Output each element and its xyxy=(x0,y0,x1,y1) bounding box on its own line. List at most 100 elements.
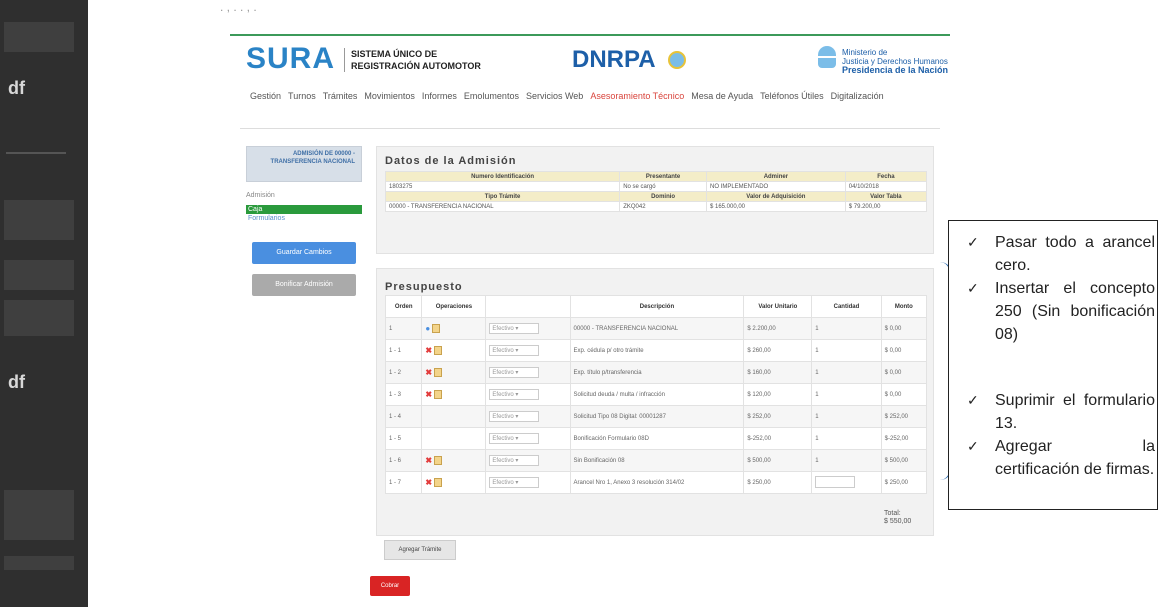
sidebar-item-caja[interactable]: Caja xyxy=(246,205,362,214)
nav-item[interactable]: Movimientos xyxy=(364,88,415,104)
sura-app-window: SURA SISTEMA ÚNICO DE REGISTRACIÓN AUTOM… xyxy=(230,34,950,596)
column-header: Fecha xyxy=(844,171,928,182)
payment-cell: Efectivo ▾ xyxy=(485,339,571,362)
payment-select[interactable]: Efectivo ▾ xyxy=(489,477,540,488)
annotation-text: Insertar el concepto 250 (Sin bonificaci… xyxy=(995,280,1155,343)
table-cell: 00000 - TRANSFERENCIA NACIONAL xyxy=(384,201,621,212)
order-cell: 1 - 5 xyxy=(384,427,423,450)
thumbnail xyxy=(4,260,74,290)
nav-item[interactable]: Trámites xyxy=(323,88,358,104)
divider xyxy=(6,152,66,154)
annotation-text: Pasar todo a arancel cero. xyxy=(995,234,1155,274)
quantity-cell: 1 xyxy=(811,317,882,340)
edit-icon[interactable] xyxy=(433,478,442,488)
operations-cell: ✖ xyxy=(421,471,487,494)
bonify-admission-button[interactable]: Bonificar Admisión xyxy=(252,274,356,296)
nav-item[interactable]: Servicios Web xyxy=(526,88,583,104)
add-icon[interactable]: ● xyxy=(425,324,430,333)
budget-title: Presupuesto xyxy=(385,281,463,293)
delete-icon[interactable]: ✖ xyxy=(425,478,432,487)
operations-cell: ✖ xyxy=(421,449,487,472)
delete-icon[interactable]: ✖ xyxy=(425,390,432,399)
nav-item[interactable]: Gestión xyxy=(250,88,281,104)
nav-item[interactable]: Informes xyxy=(422,88,457,104)
unit-value-cell: $ 252,00 xyxy=(743,405,813,428)
payment-select[interactable]: Efectivo ▾ xyxy=(489,323,540,334)
unit-value-cell: $-252,00 xyxy=(743,427,813,450)
total-label: Total: xyxy=(884,510,901,517)
payment-select[interactable]: Efectivo ▾ xyxy=(489,389,540,400)
budget-panel: Presupuesto Orden Operaciones Descripción V… xyxy=(376,268,934,536)
annotation-text: Suprimir el formulario 13. xyxy=(995,392,1155,432)
edit-icon[interactable] xyxy=(433,456,442,466)
sidebar-item-formularios[interactable]: Formularios xyxy=(248,215,285,222)
unit-value-cell: $ 2.200,00 xyxy=(743,317,813,340)
charge-button[interactable]: Cobrar xyxy=(370,576,410,596)
column-header xyxy=(485,295,571,318)
table-row: 1 - 6 ✖ Efectivo ▾ Sin Bonificación 08 $ 50… xyxy=(384,449,928,472)
payment-cell: Efectivo ▾ xyxy=(485,383,571,406)
nav-item[interactable]: Digitalización xyxy=(831,88,884,104)
column-header: Tipo Trámite xyxy=(384,191,621,202)
section-label: Admisión xyxy=(246,192,275,199)
table-row: 1 - 4 Efectivo ▾ Solicitud Tipo 08 Digital… xyxy=(384,405,928,428)
description-cell: Bonificación Formulario 08D xyxy=(569,427,745,450)
quantity-cell: 1 xyxy=(811,449,882,472)
budget-table: Orden Operaciones Descripción Valor Unitari… xyxy=(384,295,928,494)
table-row: Tipo Trámite Dominio Valor de Adquisición V… xyxy=(384,191,928,202)
unit-value-cell: $ 160,00 xyxy=(743,361,813,384)
quantity-cell: 1 xyxy=(811,361,882,384)
ministry-line-1: Ministerio de xyxy=(842,48,888,57)
thumbnail xyxy=(4,556,74,570)
description-cell: 00000 - TRANSFERENCIA NACIONAL xyxy=(569,317,745,340)
system-line-1: SISTEMA ÚNICO DE xyxy=(351,49,438,59)
delete-icon[interactable]: ✖ xyxy=(425,346,432,355)
quantity-cell: 1 xyxy=(811,383,882,406)
thumbnail xyxy=(4,300,74,336)
admission-header: ADMISIÓN DE 00000 - TRANSFERENCIA NACION… xyxy=(246,146,362,182)
payment-select[interactable]: Efectivo ▾ xyxy=(489,455,540,466)
nav-item[interactable]: Asesoramiento Técnico xyxy=(590,88,684,104)
dnrpa-emblem-icon xyxy=(668,51,686,69)
amount-cell: $ 0,00 xyxy=(880,317,928,340)
edit-icon[interactable] xyxy=(433,346,442,356)
payment-select[interactable]: Efectivo ▾ xyxy=(489,433,540,444)
operations-cell: ✖ xyxy=(421,383,487,406)
column-header: Dominio xyxy=(619,191,707,202)
payment-select[interactable]: Efectivo ▾ xyxy=(489,411,540,422)
table-row: 1 - 1 ✖ Efectivo ▾ Exp. cédula p/ otro trá… xyxy=(384,339,928,362)
order-cell: 1 - 4 xyxy=(384,405,423,428)
dnrpa-logo: DNRPA xyxy=(572,46,656,73)
amount-cell: $ 0,00 xyxy=(880,339,928,362)
payment-select[interactable]: Efectivo ▾ xyxy=(489,345,540,356)
nav-item[interactable]: Teléfonos Útiles xyxy=(760,88,824,104)
thumbnail xyxy=(4,22,74,52)
admission-table: Numero Identificación Presentante Adminer F… xyxy=(384,171,928,212)
column-header: Operaciones xyxy=(421,295,487,318)
description-cell: Sin Bonificación 08 xyxy=(569,449,745,472)
edit-icon[interactable] xyxy=(433,368,442,378)
edit-icon[interactable] xyxy=(433,390,442,400)
column-header: Descripción xyxy=(569,295,745,318)
payment-select[interactable]: Efectivo ▾ xyxy=(489,367,540,378)
payment-cell: Efectivo ▾ xyxy=(485,361,571,384)
payment-cell: Efectivo ▾ xyxy=(485,427,571,450)
amount-cell: $ 252,00 xyxy=(880,405,928,428)
column-header: Valor de Adquisición xyxy=(705,191,846,202)
system-name: SISTEMA ÚNICO DE REGISTRACIÓN AUTOMOTOR xyxy=(344,48,481,72)
nav-item[interactable]: Emolumentos xyxy=(464,88,519,104)
order-cell: 1 - 2 xyxy=(384,361,423,384)
nav-item[interactable]: Mesa de Ayuda xyxy=(691,88,753,104)
nav-item[interactable]: Turnos xyxy=(288,88,316,104)
payment-cell: Efectivo ▾ xyxy=(485,405,571,428)
edit-icon[interactable] xyxy=(431,324,440,334)
delete-icon[interactable]: ✖ xyxy=(425,368,432,377)
operations-cell: ● xyxy=(421,317,487,340)
delete-icon[interactable]: ✖ xyxy=(425,456,432,465)
unit-value-cell: $ 120,00 xyxy=(743,383,813,406)
quantity-input[interactable] xyxy=(815,475,856,488)
save-changes-button[interactable]: Guardar Cambios xyxy=(252,242,356,264)
quantity-cell: 1 xyxy=(811,405,882,428)
add-procedure-button[interactable]: Agregar Trámite xyxy=(384,540,456,560)
amount-cell: $ 500,00 xyxy=(880,449,928,472)
